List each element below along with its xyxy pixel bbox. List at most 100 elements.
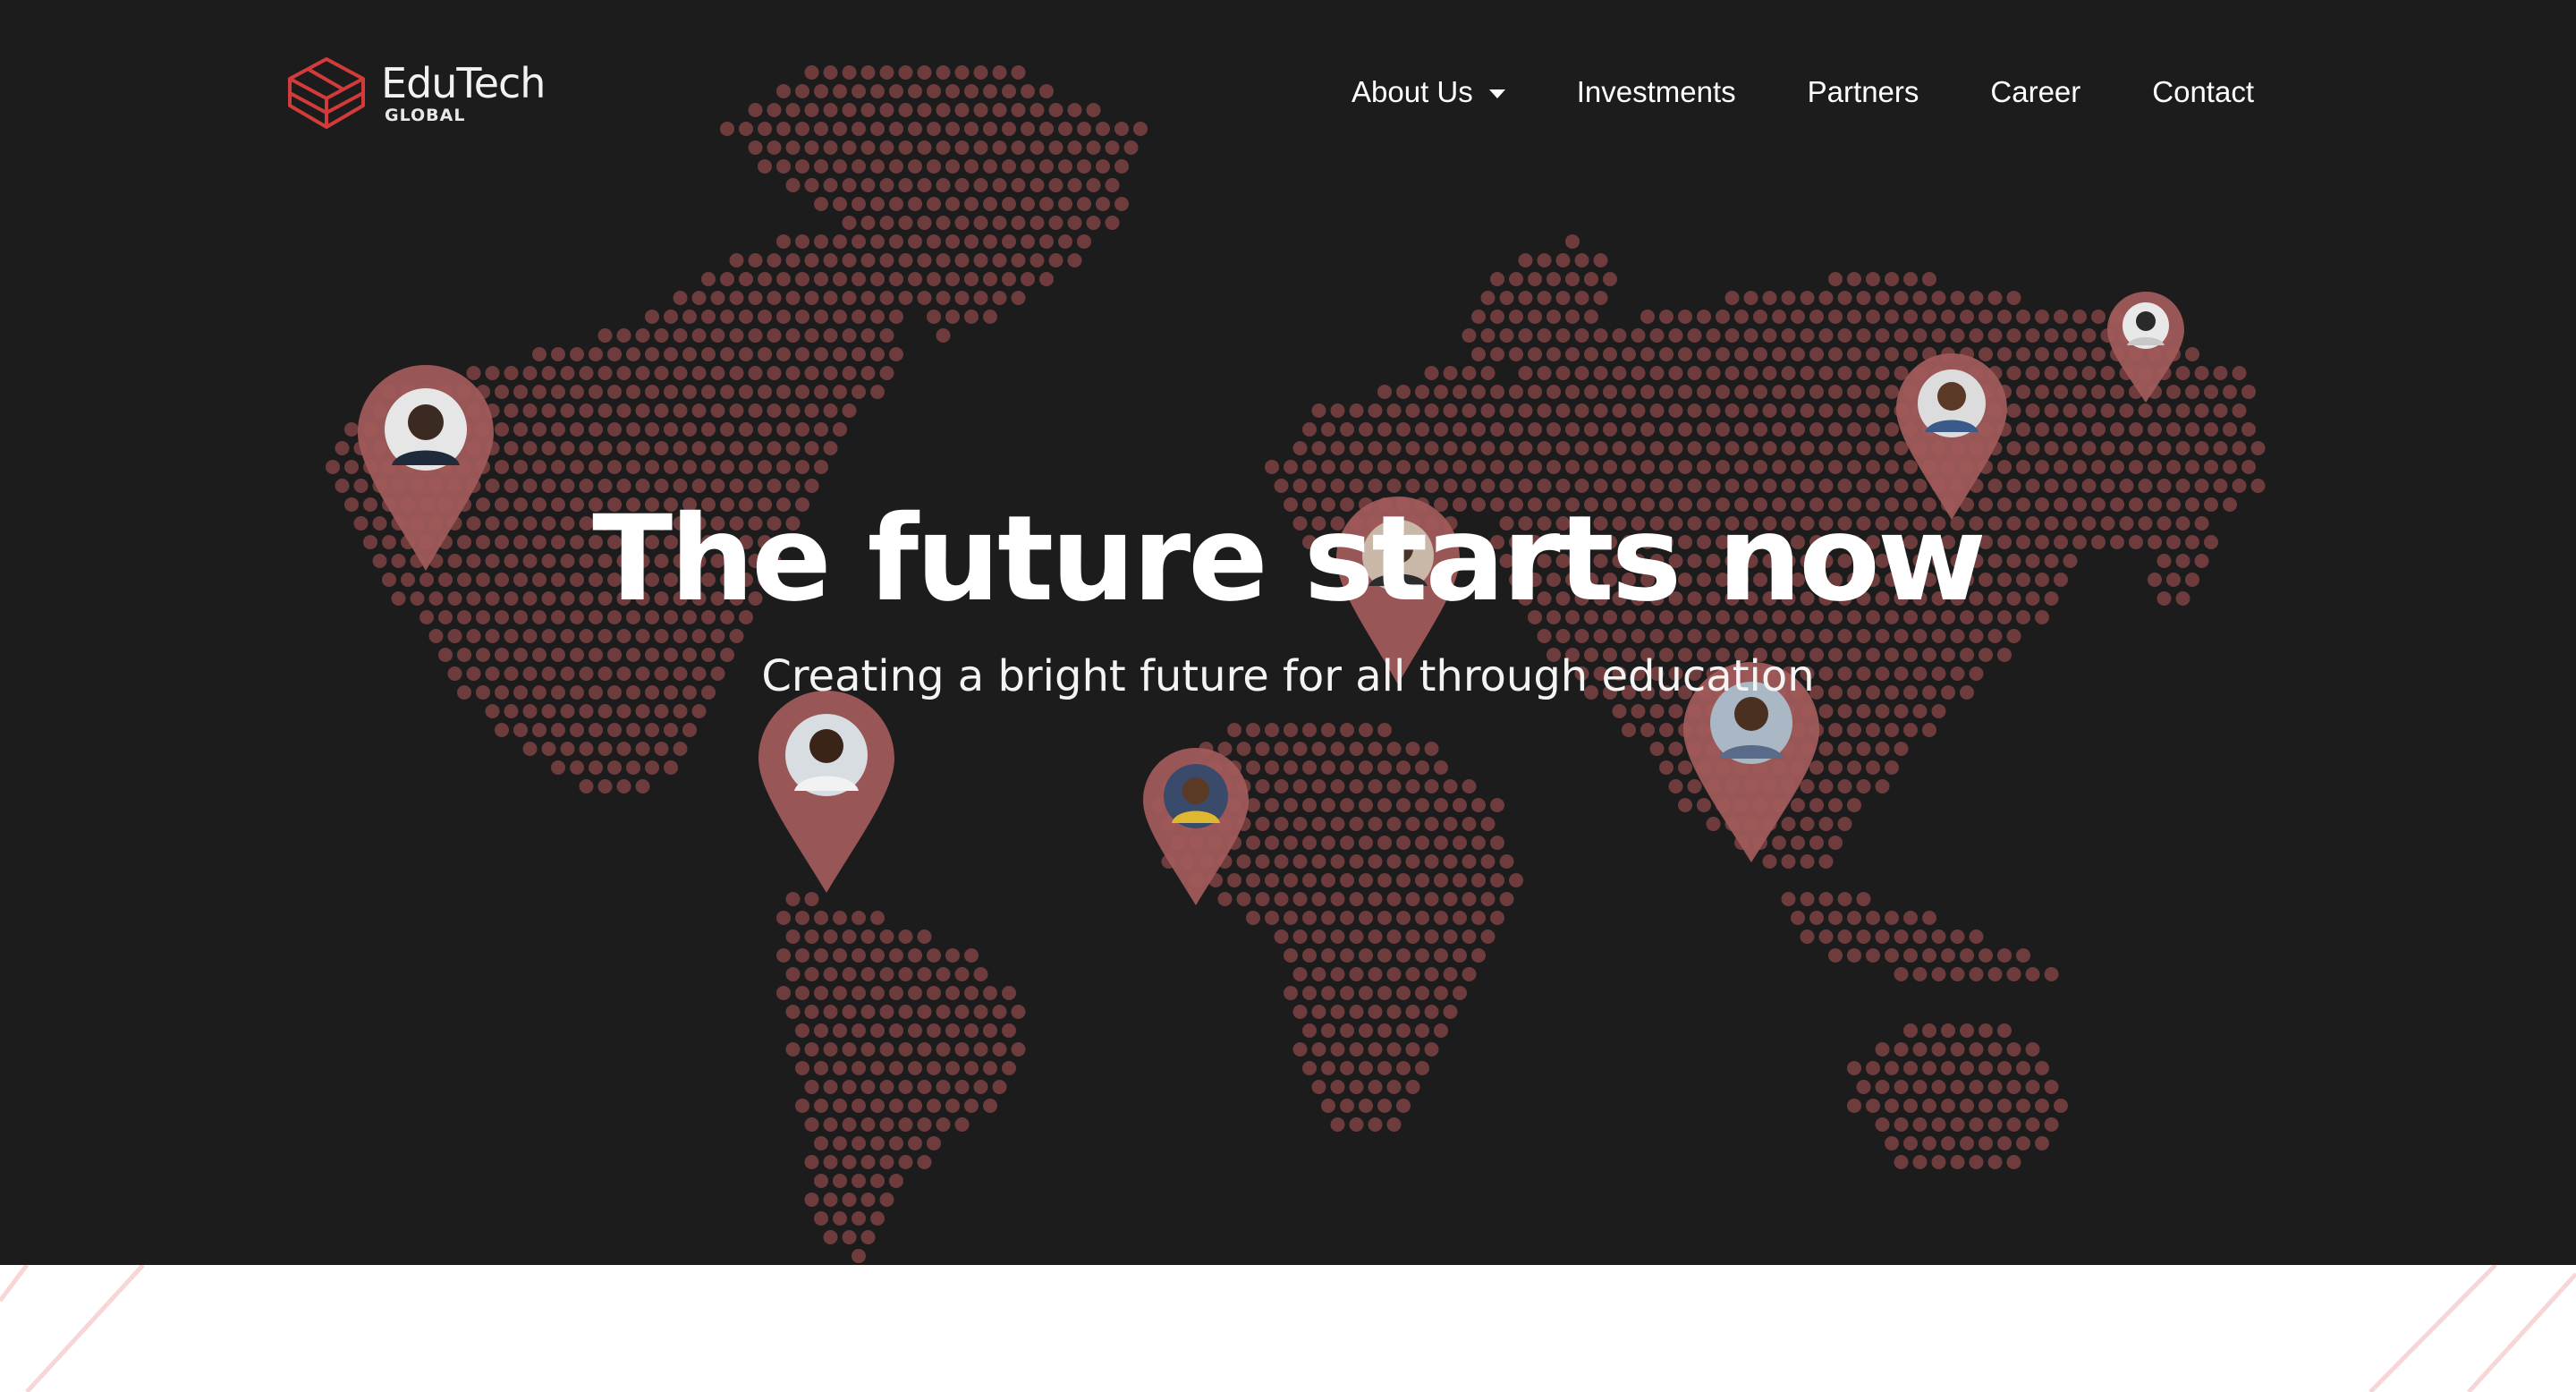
map-dot: [560, 403, 575, 418]
map-dot: [645, 347, 659, 361]
nav-partners[interactable]: Partners: [1808, 75, 1919, 109]
map-dot: [823, 253, 838, 267]
map-dot: [1462, 817, 1477, 831]
map-dot: [1321, 836, 1335, 850]
map-dot: [589, 760, 603, 775]
map-dot: [2250, 441, 2266, 455]
map-dot: [1424, 892, 1439, 906]
map-dot: [1950, 629, 1965, 643]
brand-name: EduTech: [381, 59, 546, 107]
map-dot: [936, 1042, 951, 1057]
map-dot: [1462, 779, 1477, 794]
map-dot: [2006, 1117, 2021, 1132]
map-dot: [1837, 441, 1852, 455]
map-dot: [1649, 742, 1665, 756]
map-dot: [1612, 328, 1627, 343]
map-dot: [767, 441, 782, 455]
map-dot: [2157, 403, 2172, 418]
map-dot: [1800, 929, 1815, 944]
map-dot: [1386, 817, 1402, 831]
map-dot: [2138, 403, 2153, 418]
nav-investments[interactable]: Investments: [1577, 75, 1736, 109]
map-dot: [1499, 892, 1514, 906]
map-dot: [2006, 629, 2021, 643]
map-dot: [954, 178, 970, 192]
map-dot: [1340, 422, 1354, 437]
map-dot: [1912, 929, 1928, 944]
map-dot: [1875, 929, 1890, 944]
map-dot: [1528, 310, 1542, 324]
map-dot: [1424, 967, 1439, 981]
map-dot: [945, 234, 960, 249]
map-dot: [1668, 742, 1683, 756]
map-dot: [2091, 347, 2106, 361]
map-dot: [1668, 403, 1683, 418]
map-dot: [739, 422, 753, 437]
nav-contact[interactable]: Contact: [2152, 75, 2254, 109]
map-dot: [1875, 704, 1890, 718]
map-dot: [1716, 422, 1730, 437]
map-dot: [1415, 760, 1429, 775]
map-dot: [1743, 629, 1758, 643]
map-dot: [1950, 328, 1965, 343]
map-dot: [1284, 760, 1298, 775]
nav-about-us[interactable]: About Us: [1352, 75, 1505, 109]
map-dot: [1292, 779, 1308, 794]
map-dot: [870, 1211, 885, 1226]
map-dot: [1077, 234, 1091, 249]
map-dot: [1311, 929, 1326, 944]
map-dot: [1255, 779, 1270, 794]
map-dot: [2044, 1080, 2059, 1094]
map-dot: [1067, 253, 1082, 267]
map-dot: [1424, 403, 1439, 418]
avatar: [2123, 302, 2169, 349]
map-dot: [1866, 723, 1880, 737]
headline-part-2: starts now: [1303, 490, 1987, 628]
map-dot: [1622, 347, 1636, 361]
map-dot: [1979, 948, 1993, 963]
map-dot: [785, 441, 801, 455]
map-dot: [1631, 328, 1646, 343]
map-dot: [2054, 385, 2068, 399]
nav-career[interactable]: Career: [1990, 75, 2080, 109]
map-dot: [1649, 704, 1665, 718]
map-dot: [1593, 403, 1608, 418]
map-dot: [1405, 892, 1420, 906]
map-dot: [1377, 948, 1392, 963]
map-dot: [823, 1005, 838, 1019]
main-navigation: About Us Investments Partners Career Con…: [1352, 75, 2254, 109]
map-dot: [1912, 967, 1928, 981]
map-dot: [927, 1136, 941, 1150]
map-dot: [917, 1155, 932, 1169]
map-dot: [1640, 347, 1655, 361]
map-dot: [1330, 892, 1345, 906]
map-dot: [579, 629, 594, 643]
map-dot: [1292, 441, 1308, 455]
map-dot: [682, 347, 697, 361]
map-dot: [2100, 441, 2115, 455]
map-dot: [2006, 441, 2021, 455]
map-dot: [2006, 366, 2021, 380]
brand-logo[interactable]: EduTech GLOBAL: [284, 55, 546, 131]
map-dot: [513, 385, 528, 399]
map-dot: [1631, 441, 1646, 455]
map-dot: [889, 1023, 903, 1038]
map-dot: [1828, 911, 1843, 925]
map-dot: [1828, 272, 1843, 286]
map-dot: [927, 1023, 941, 1038]
map-dot: [927, 1061, 941, 1075]
map-dot: [804, 291, 819, 305]
map-dot: [917, 967, 932, 981]
map-dot: [1377, 836, 1392, 850]
map-dot: [1292, 854, 1308, 869]
map-dot: [1847, 911, 1861, 925]
map-dot: [1987, 629, 2003, 643]
map-dot: [823, 366, 838, 380]
map-dot: [1377, 911, 1392, 925]
map-dot: [804, 441, 819, 455]
map-dot: [2035, 1061, 2049, 1075]
map-dot: [1330, 441, 1345, 455]
map-dot: [1349, 1042, 1364, 1057]
map-dot: [1818, 328, 1834, 343]
nav-investments-label: Investments: [1576, 75, 1736, 108]
